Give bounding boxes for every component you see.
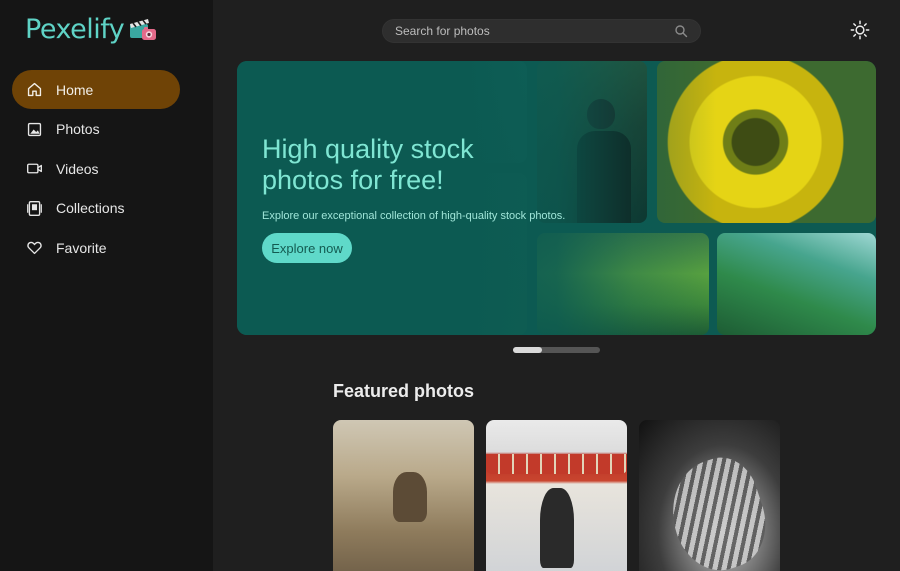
sidebar-item-photos[interactable]: Photos <box>12 110 180 149</box>
sidebar-item-collections[interactable]: Collections <box>12 189 180 228</box>
red-awning <box>486 454 627 474</box>
hero-subtitle: Explore our exceptional collection of hi… <box>262 210 566 222</box>
image-icon <box>24 119 44 139</box>
search-icon[interactable] <box>674 24 688 38</box>
home-icon <box>24 80 44 100</box>
featured-photo-card[interactable] <box>333 420 474 571</box>
sidebar-item-home[interactable]: Home <box>12 70 180 109</box>
theme-toggle-button[interactable] <box>848 20 872 44</box>
hero-title: High quality stock photos for free! <box>262 134 474 195</box>
featured-photos-heading: Featured photos <box>333 381 475 401</box>
sidebar-item-label: Collections <box>56 200 125 217</box>
sidebar-item-label: Home <box>56 81 94 98</box>
app-logo[interactable]: Pexelify <box>25 14 158 45</box>
collections-icon <box>24 198 44 218</box>
sidebar-item-label: Videos <box>56 160 99 177</box>
sun-icon <box>849 19 871 46</box>
person-figure <box>393 472 427 522</box>
app-name: Pexelify <box>25 14 125 45</box>
search-bar <box>382 19 701 43</box>
video-icon <box>24 159 44 179</box>
monstera-leaf <box>658 448 778 571</box>
featured-photo-card[interactable] <box>639 420 780 571</box>
heart-icon <box>24 238 44 258</box>
sidebar-item-label: Favorite <box>56 239 107 256</box>
sidebar: Pexelify Home Photos Videos Collections … <box>0 0 213 571</box>
search-input[interactable] <box>395 24 674 38</box>
sidebar-item-favorite[interactable]: Favorite <box>12 228 180 267</box>
clapperboard-camera-icon <box>128 15 158 45</box>
hero-text: High quality stock photos for free! Expl… <box>262 134 565 222</box>
sidebar-nav: Home Photos Videos Collections Favorite <box>12 70 180 268</box>
vendor-figure <box>540 488 574 568</box>
sidebar-item-videos[interactable]: Videos <box>12 149 180 188</box>
featured-photo-card[interactable] <box>486 420 627 571</box>
sidebar-item-label: Photos <box>56 121 100 138</box>
explore-now-button[interactable]: Explore now <box>262 233 352 263</box>
carousel-indicator[interactable] <box>513 347 600 353</box>
carousel-indicator-active <box>513 347 542 353</box>
hero-banner: High quality stock photos for free! Expl… <box>237 61 876 335</box>
